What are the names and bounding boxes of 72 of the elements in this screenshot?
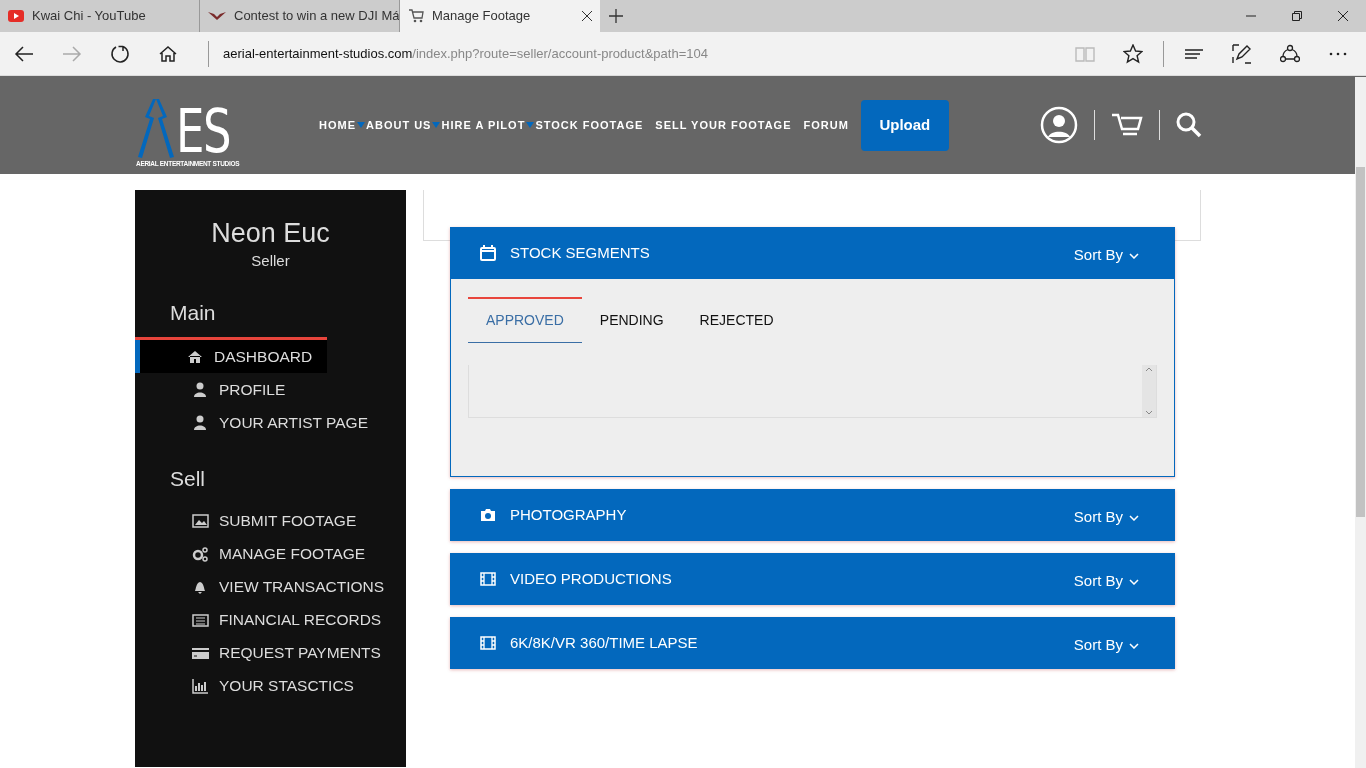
status-tab[interactable]: PENDING [581,297,682,343]
panel-header[interactable]: STOCK SEGMENTS Sort By [450,227,1175,279]
person-icon [192,414,209,431]
scrollbar[interactable] [1355,77,1366,768]
camera-icon [480,507,496,523]
caret-icon [526,122,535,128]
search-icon[interactable] [1176,112,1202,138]
calendar-icon [480,245,496,261]
star-icon[interactable] [1123,43,1143,64]
sidebar-item[interactable]: YOUR ARTIST PAGE [135,406,368,439]
close-icon[interactable] [1338,11,1348,21]
nav-link[interactable]: SELL YOUR FOOTAGE [655,116,804,134]
nav-link[interactable]: HOME [319,116,366,134]
bar-chart-icon [192,678,209,694]
caret-icon [432,122,441,128]
scrollbar-thumb[interactable] [1356,167,1365,517]
nav-link[interactable]: STOCK FOOTAGE [535,116,656,134]
cart-icon[interactable] [1111,112,1143,138]
chevron-icon [1129,642,1139,649]
person-icon [192,381,209,398]
caret-icon [357,122,365,128]
sidebar-item[interactable]: REQUEST PAYMENTS [135,636,381,670]
user-icon[interactable] [1040,106,1078,144]
browser-tab[interactable]: Manage Footage [400,0,600,32]
nav-link[interactable]: ABOUT US [366,116,442,134]
nav-link[interactable]: FORUM [803,116,849,134]
close-icon[interactable] [582,11,592,21]
scrollbar[interactable] [1142,365,1156,417]
sidebar-item[interactable]: YOUR STASCTICS [135,669,354,703]
chevron-icon [1129,578,1139,585]
list-icon [192,612,209,628]
cart-icon [408,9,424,23]
share-icon[interactable] [1280,43,1300,64]
sidebar-item[interactable]: PROFILE [135,373,327,406]
upload-button[interactable]: Upload [860,99,949,151]
status-tab[interactable]: REJECTED [681,297,792,343]
chevron-icon [1129,514,1139,521]
home-icon[interactable] [158,43,178,64]
sort-dropdown[interactable]: Sort By [1067,238,1145,268]
sort-dropdown[interactable]: Sort By [1067,564,1145,594]
chevron-icon [1129,252,1139,259]
chevron-down-icon[interactable] [1145,410,1153,415]
sidebar-item[interactable]: DASHBOARD [135,340,327,373]
gears-icon [192,546,209,562]
plus-icon[interactable] [609,9,623,23]
panel-header[interactable]: PHOTOGRAPHY Sort By [450,489,1175,541]
panel-header[interactable]: VIDEO PRODUCTIONS Sort By [450,553,1175,605]
image-icon [192,513,209,529]
sidebar-item[interactable]: SUBMIT FOOTAGE [135,504,357,538]
logo-text: ES [176,102,230,159]
film-icon [480,635,496,651]
back-icon[interactable] [14,43,34,64]
section-heading: Sell [169,466,207,492]
user-role: Seller [250,251,291,271]
status-tab[interactable]: APPROVED [468,297,582,343]
sort-dropdown[interactable]: Sort By [1067,628,1145,658]
sidebar-item[interactable]: MANAGE FOOTAGE [135,537,366,571]
user-name: Neon Euc [210,217,331,250]
pen-icon[interactable] [1232,43,1252,64]
section-heading: Main [169,299,217,326]
panel-header[interactable]: 6K/8K/VR 360/TIME LAPSE Sort By [450,617,1175,669]
sidebar-item[interactable]: VIEW TRANSACTIONS [135,570,385,604]
card-icon [192,645,209,661]
nav-link[interactable]: HIRE A PILOT [441,116,536,134]
house-icon [187,348,204,365]
sidebar-item[interactable]: FINANCIAL RECORDS [135,603,382,637]
chevron-up-icon[interactable] [1145,367,1153,372]
sort-dropdown[interactable]: Sort By [1067,500,1145,530]
refresh-icon[interactable] [110,43,130,64]
play-icon [8,10,24,22]
restore-icon[interactable] [1292,11,1302,21]
film-icon [480,571,496,587]
